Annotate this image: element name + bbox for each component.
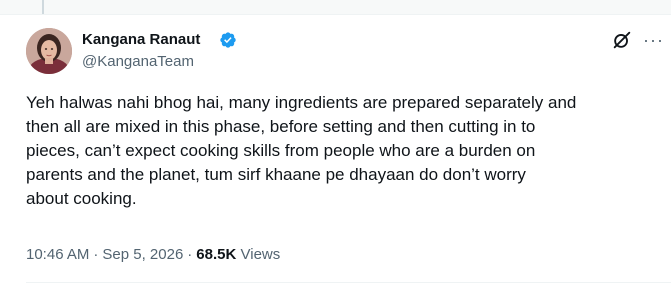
thread-connector-line <box>42 0 44 14</box>
tweet-metadata: 10:46 AM · Sep 5, 2026 · 68.5K Views <box>26 246 280 264</box>
views-count[interactable]: 68.5K <box>196 246 236 263</box>
tweet-text: Yeh halwas nahi bhog hai, many ingredien… <box>26 93 577 208</box>
more-horizontal-icon[interactable]: ··· <box>643 30 665 52</box>
avatar[interactable] <box>26 28 72 74</box>
tweet-date[interactable]: Sep 5, 2026 <box>102 246 183 263</box>
tweet-time[interactable]: 10:46 AM <box>26 246 89 263</box>
author-handle[interactable]: @KanganaTeam <box>82 53 194 71</box>
separator-dot: · <box>93 246 99 263</box>
views-label: Views <box>240 246 281 263</box>
previous-tweet-edge <box>0 0 671 15</box>
previous-tweet-more-icon[interactable]: ··· <box>631 0 650 7</box>
verified-badge-icon[interactable] <box>219 31 237 49</box>
tweet-detail-view: ··· Kangana Ranaut @KanganaTeam ··· Yeh … <box>0 0 671 284</box>
separator-dot: · <box>187 246 193 263</box>
avatar-photo-icon <box>26 28 72 74</box>
grok-slash-icon[interactable] <box>611 29 633 51</box>
divider <box>26 282 671 283</box>
author-display-name[interactable]: Kangana Ranaut <box>82 31 200 49</box>
